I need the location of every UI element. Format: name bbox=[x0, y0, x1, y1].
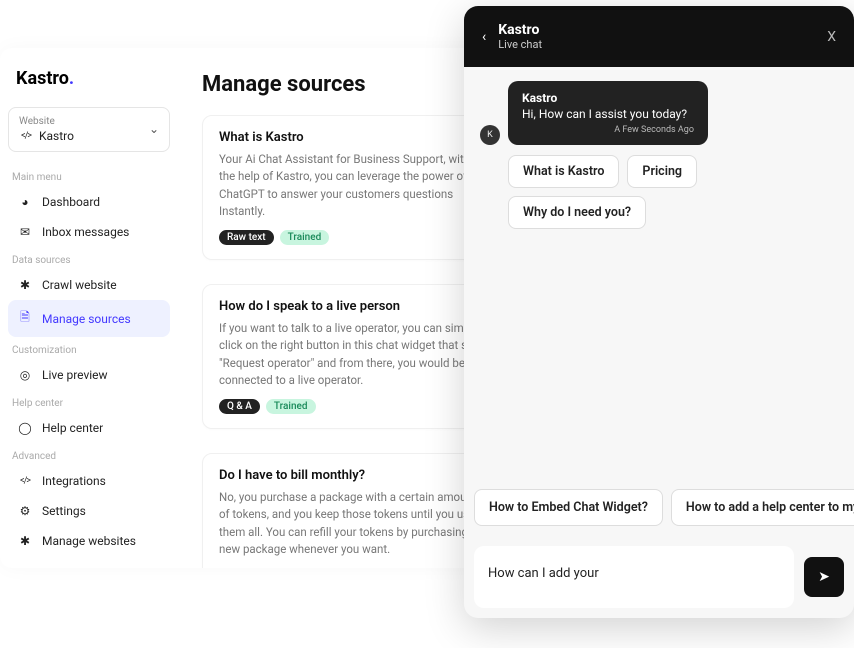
gear-icon: ⚙ bbox=[18, 504, 32, 518]
nav-manage-sources-label: Manage sources bbox=[42, 312, 131, 326]
nav-settings[interactable]: ⚙ Settings bbox=[8, 496, 170, 526]
type-tag: Raw text bbox=[219, 230, 274, 245]
nav-crawl-label: Crawl website bbox=[42, 278, 117, 292]
card-body: Your Ai Chat Assistant for Business Supp… bbox=[219, 151, 489, 220]
section-customization: Customization bbox=[8, 337, 170, 360]
bot-time: A Few Seconds Ago bbox=[522, 125, 694, 135]
nav-crawl[interactable]: ✱ Crawl website bbox=[8, 270, 170, 300]
bot-message: K Kastro Hi, How can I assist you today?… bbox=[508, 81, 708, 145]
eye-icon: ◎ bbox=[18, 368, 32, 382]
suggestion-row: How to Embed Chat Widget? How to add a h… bbox=[464, 489, 854, 536]
suggestion-chip[interactable]: How to add a help center to my bbox=[671, 489, 854, 526]
chevron-down-icon: ⌄ bbox=[149, 122, 159, 136]
quick-reply[interactable]: Why do I need you? bbox=[508, 196, 646, 229]
chat-subtitle: Live chat bbox=[498, 38, 815, 51]
nav-live-preview-label: Live preview bbox=[42, 368, 108, 382]
site-selector[interactable]: Website Kastro ⌄ bbox=[8, 107, 170, 152]
card-body: If you want to talk to a live operator, … bbox=[219, 320, 489, 389]
nav-integrations[interactable]: Integrations bbox=[8, 466, 170, 496]
chat-title: Kastro bbox=[498, 22, 815, 38]
state-tag: Trained bbox=[266, 399, 316, 414]
close-icon[interactable]: X bbox=[827, 29, 836, 45]
suggestion-chip[interactable]: How to Embed Chat Widget? bbox=[474, 489, 663, 526]
dashboard-icon: ◕ bbox=[18, 195, 32, 209]
nav-live-preview[interactable]: ◎ Live preview bbox=[8, 360, 170, 390]
state-tag: Trained bbox=[280, 230, 330, 245]
chat-widget: ‹ Kastro Live chat X K Kastro Hi, How ca… bbox=[464, 6, 854, 618]
nav-help-center-label: Help center bbox=[42, 421, 103, 435]
section-main-menu: Main menu bbox=[8, 164, 170, 187]
nav-manage-websites[interactable]: ✱ Manage websites bbox=[8, 526, 170, 556]
quick-replies: What is Kastro Pricing Why do I need you… bbox=[508, 155, 840, 229]
bot-avatar: K bbox=[480, 125, 500, 145]
websites-icon: ✱ bbox=[18, 534, 32, 548]
type-tag: Q & A bbox=[219, 399, 260, 414]
sources-icon: 🗎 bbox=[18, 308, 32, 329]
brand-dot: . bbox=[69, 68, 74, 89]
nav-dashboard-label: Dashboard bbox=[42, 195, 100, 209]
nav-help-center[interactable]: ◯ Help center bbox=[8, 413, 170, 443]
nav-inbox[interactable]: ✉ Inbox messages bbox=[8, 217, 170, 247]
sidebar: Kastro. Website Kastro ⌄ Main menu ◕ Das… bbox=[0, 48, 178, 568]
quick-reply[interactable]: What is Kastro bbox=[508, 155, 619, 188]
code-icon bbox=[19, 131, 33, 141]
chat-header: ‹ Kastro Live chat X bbox=[464, 6, 854, 67]
site-selector-value: Kastro bbox=[39, 129, 74, 143]
send-button[interactable]: ➤ bbox=[804, 557, 844, 597]
bot-text: Hi, How can I assist you today? bbox=[522, 107, 694, 121]
chat-input[interactable]: How can I add your bbox=[474, 546, 794, 608]
section-data-sources: Data sources bbox=[8, 247, 170, 270]
brand-logo: Kastro. bbox=[8, 56, 170, 107]
brand-name: Kastro bbox=[16, 68, 69, 89]
site-selector-label: Website bbox=[19, 116, 159, 127]
integrations-icon bbox=[18, 476, 32, 486]
nav-settings-label: Settings bbox=[42, 504, 86, 518]
nav-manage-websites-label: Manage websites bbox=[42, 534, 136, 548]
nav-manage-sources[interactable]: 🗎 Manage sources bbox=[8, 300, 170, 337]
help-icon: ◯ bbox=[18, 421, 32, 435]
chat-input-row: How can I add your ➤ bbox=[464, 536, 854, 618]
inbox-icon: ✉ bbox=[18, 225, 32, 239]
bot-name: Kastro bbox=[522, 91, 694, 105]
card-body: No, you purchase a package with a certai… bbox=[219, 489, 489, 558]
quick-reply[interactable]: Pricing bbox=[627, 155, 697, 188]
back-icon[interactable]: ‹ bbox=[482, 29, 486, 45]
section-help-center: Help center bbox=[8, 390, 170, 413]
chat-input-value: How can I add your bbox=[488, 566, 599, 581]
nav-integrations-label: Integrations bbox=[42, 474, 106, 488]
nav-dashboard[interactable]: ◕ Dashboard bbox=[8, 187, 170, 217]
crawl-icon: ✱ bbox=[18, 278, 32, 292]
chat-body: K Kastro Hi, How can I assist you today?… bbox=[464, 67, 854, 489]
section-advanced: Advanced bbox=[8, 443, 170, 466]
nav-inbox-label: Inbox messages bbox=[42, 225, 129, 239]
